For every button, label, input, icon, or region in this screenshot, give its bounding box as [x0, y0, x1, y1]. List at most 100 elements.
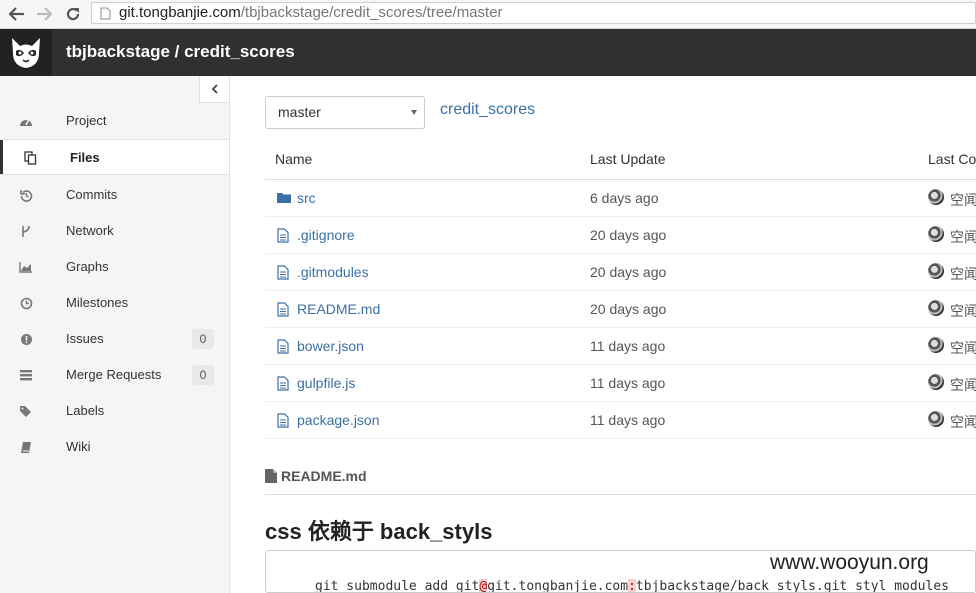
avatar[interactable] [928, 263, 944, 279]
book-icon [19, 440, 33, 454]
raccoon-logo-icon [12, 37, 40, 68]
table-row[interactable]: package.json 11 days ago 空闻 [265, 402, 976, 439]
repo-breadcrumb-link[interactable]: credit_scores [440, 101, 535, 119]
dashboard-icon [19, 114, 33, 128]
file-table-header: Name Last Update Last Co [265, 141, 976, 180]
file-icon [277, 376, 291, 391]
code-error-token: : [628, 579, 636, 593]
file-last-update: 20 days ago [590, 301, 667, 317]
tags-icon [19, 404, 33, 418]
table-row[interactable]: gulpfile.js 11 days ago 空闻 [265, 365, 976, 402]
avatar[interactable] [928, 337, 944, 353]
sidebar-item-labels[interactable]: Labels [0, 393, 229, 429]
sidebar-item-commits[interactable]: Commits [0, 177, 229, 213]
avatar[interactable] [928, 411, 944, 427]
file-name-link[interactable]: bower.json [297, 338, 364, 354]
sidebar-item-label: Files [70, 150, 100, 165]
sidebar-item-wiki[interactable]: Wiki [0, 429, 229, 465]
code-fork-icon [19, 224, 33, 238]
avatar[interactable] [928, 300, 944, 316]
commit-author[interactable]: 空闻 [950, 264, 976, 284]
folder-icon [277, 191, 291, 206]
table-row[interactable]: bower.json 11 days ago 空闻 [265, 328, 976, 365]
tasks-icon [19, 368, 33, 382]
file-last-update: 20 days ago [590, 227, 667, 243]
sidebar-item-label: Commits [66, 187, 118, 202]
file-icon [277, 339, 291, 354]
sidebar-item-milestones[interactable]: Milestones [0, 285, 229, 321]
clock-icon [19, 296, 33, 310]
sidebar-item-label: Network [66, 223, 114, 238]
sidebar-item-label: Merge Requests [66, 367, 162, 382]
file-name-link[interactable]: .gitmodules [297, 264, 369, 280]
area-chart-icon [19, 260, 33, 274]
column-header-last-update: Last Update [590, 151, 666, 167]
sidebar-item-label: Graphs [66, 259, 109, 274]
commit-author[interactable]: 空闻 [950, 375, 976, 395]
collapse-sidebar-button[interactable] [199, 76, 229, 103]
file-icon [277, 302, 291, 317]
sidebar-item-label: Issues [66, 331, 104, 346]
avatar[interactable] [928, 189, 944, 205]
sidebar-item-label: Labels [66, 403, 105, 418]
table-row[interactable]: .gitignore 20 days ago 空闻 [265, 217, 976, 254]
table-row[interactable]: README.md 20 days ago 空闻 [265, 291, 976, 328]
sidebar-item-label: Project [66, 113, 107, 128]
column-header-last-commit: Last Co [928, 151, 976, 167]
sidebar-item-issues[interactable]: Issues 0 [0, 321, 229, 357]
browser-toolbar: git.tongbanjie.com/tbjbackstage/credit_s… [0, 0, 976, 29]
branch-select-value: master [278, 104, 321, 120]
forward-icon[interactable] [33, 3, 55, 25]
gitlab-logo[interactable] [0, 29, 52, 76]
url-text[interactable]: git.tongbanjie.com/tbjbackstage/credit_s… [119, 4, 503, 21]
url-path: /tbjbackstage/credit_scores/tree/master [240, 4, 503, 21]
issues-count-badge: 0 [192, 329, 214, 349]
file-icon [277, 413, 291, 428]
table-row[interactable]: src 6 days ago 空闻 [265, 180, 976, 217]
sidebar-item-merge-requests[interactable]: Merge Requests 0 [0, 357, 229, 393]
commit-author[interactable]: 空闻 [950, 301, 976, 321]
file-text-icon [265, 469, 277, 483]
files-icon [23, 151, 37, 165]
file-name-link[interactable]: src [297, 190, 316, 206]
code-text: git submodule add git [315, 579, 480, 593]
code-text: git.tongbanjie.com [487, 579, 629, 593]
sidebar-item-files[interactable]: Files [0, 139, 229, 175]
sidebar-item-graphs[interactable]: Graphs [0, 249, 229, 285]
back-icon[interactable] [6, 3, 28, 25]
file-name-link[interactable]: gulpfile.js [297, 375, 355, 391]
file-icon [277, 265, 291, 280]
commit-author[interactable]: 空闻 [950, 338, 976, 358]
file-last-update: 20 days ago [590, 264, 667, 280]
commit-author[interactable]: 空闻 [950, 412, 976, 432]
readme-title: README.md [281, 468, 367, 484]
commit-author[interactable]: 空闻 [950, 227, 976, 247]
readme-heading: css 依赖于 back_styls [265, 519, 493, 544]
table-row[interactable]: .gitmodules 20 days ago 空闻 [265, 254, 976, 291]
merge-requests-count-badge: 0 [192, 365, 214, 385]
avatar[interactable] [928, 226, 944, 242]
code-text: tbjbackstage/back_styls.git styl_modules [635, 579, 949, 593]
file-last-update: 11 days ago [590, 338, 666, 354]
history-icon [19, 188, 33, 202]
page-icon [100, 7, 111, 20]
file-icon [277, 228, 291, 243]
file-name-link[interactable]: README.md [297, 301, 380, 317]
exclamation-circle-icon [19, 332, 33, 346]
readme-header: README.md [265, 466, 976, 495]
sidebar-item-label: Milestones [66, 295, 129, 310]
file-name-link[interactable]: package.json [297, 412, 380, 428]
commit-author[interactable]: 空闻 [950, 190, 976, 210]
avatar[interactable] [928, 374, 944, 390]
sidebar: Project Files Commits Network Graphs Mil… [0, 76, 230, 593]
project-title[interactable]: tbjbackstage / credit_scores [66, 42, 295, 62]
watermark: www.wooyun.org [770, 551, 929, 574]
sidebar-item-project[interactable]: Project [0, 103, 229, 139]
file-name-link[interactable]: .gitignore [297, 227, 355, 243]
sidebar-item-network[interactable]: Network [0, 213, 229, 249]
branch-select[interactable]: master [265, 96, 425, 129]
code-line: git submodule add git@git.tongbanjie.com… [315, 579, 949, 593]
chevron-left-icon [211, 84, 218, 94]
reload-icon[interactable] [62, 3, 84, 25]
column-header-name: Name [275, 151, 313, 167]
